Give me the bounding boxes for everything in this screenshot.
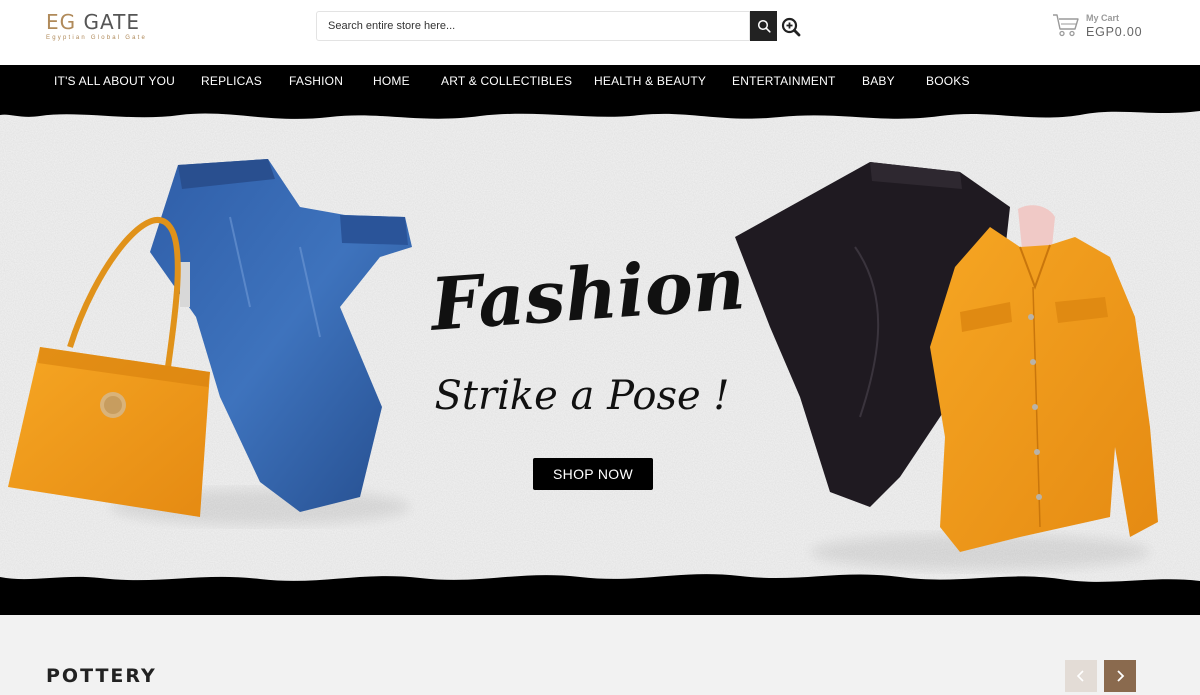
- nav-item-replicas[interactable]: REPLICAS: [201, 65, 262, 97]
- site-header: EG GATE Egyptian Global Gate My Cart EGP…: [0, 0, 1200, 65]
- nav-item-books[interactable]: BOOKS: [926, 65, 970, 97]
- zoom-in-icon: [781, 17, 801, 37]
- cart-label: My Cart: [1086, 13, 1120, 23]
- mini-cart[interactable]: My Cart EGP0.00: [1052, 10, 1152, 44]
- site-logo[interactable]: EG GATE Egyptian Global Gate: [46, 12, 168, 42]
- nav-item-baby[interactable]: BABY: [862, 65, 895, 97]
- search-box: [316, 11, 750, 41]
- main-navigation: IT'S ALL ABOUT YOU REPLICAS FASHION HOME…: [0, 65, 1200, 97]
- advanced-search-button[interactable]: [781, 17, 801, 37]
- carousel-prev-button[interactable]: [1065, 660, 1097, 692]
- cart-total: EGP0.00: [1086, 25, 1143, 39]
- logo-tagline: Egyptian Global Gate: [46, 35, 148, 41]
- banner-artwork: Fashion Strike a Pose !: [0, 97, 1200, 615]
- mannequin-neck: [1018, 205, 1055, 249]
- nav-item-its-all-about-you[interactable]: IT'S ALL ABOUT YOU: [54, 65, 175, 97]
- logo-wordmark-suffix: GATE: [76, 10, 140, 34]
- nav-item-entertainment[interactable]: ENTERTAINMENT: [732, 65, 836, 97]
- section-title: POTTERY: [46, 665, 157, 687]
- chevron-right-icon: [1117, 670, 1125, 682]
- nav-item-art-collectibles[interactable]: ART & COLLECTIBLES: [441, 65, 572, 97]
- banner-subheadline-text: Strike a Pose !: [435, 373, 730, 419]
- search-icon: [757, 19, 771, 33]
- search-button[interactable]: [750, 11, 777, 41]
- shopping-cart-icon: [1053, 14, 1079, 37]
- shop-now-button[interactable]: SHOP NOW: [533, 458, 653, 490]
- search-input[interactable]: [317, 12, 749, 40]
- nav-item-home[interactable]: HOME: [373, 65, 410, 97]
- pottery-section: POTTERY: [0, 615, 1200, 695]
- logo-wordmark-prefix: EG: [46, 10, 77, 34]
- hero-banner[interactable]: Fashion Strike a Pose ! SHOP NOW: [0, 97, 1200, 615]
- carousel-next-button[interactable]: [1104, 660, 1136, 692]
- nav-item-fashion[interactable]: FASHION: [289, 65, 343, 97]
- brush-bottom-edge: [0, 574, 1200, 615]
- logo-wordmark: EG GATE: [46, 12, 168, 32]
- chevron-left-icon: [1076, 670, 1084, 682]
- nav-item-health-beauty[interactable]: HEALTH & BEAUTY: [594, 65, 706, 97]
